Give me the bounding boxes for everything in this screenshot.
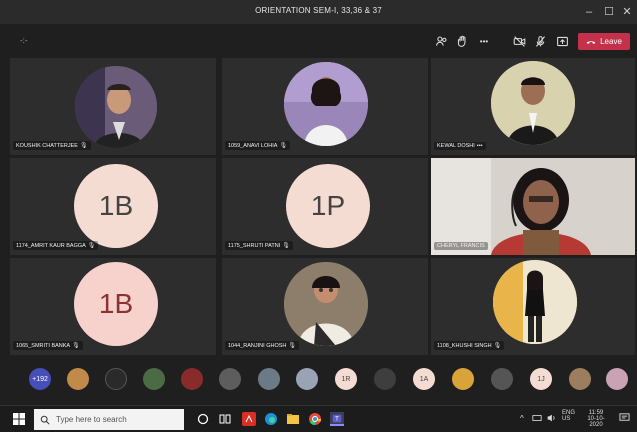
- raise-hand-icon[interactable]: [454, 33, 470, 49]
- participant-tile[interactable]: KOUSHIK CHATTERJEE 🎙: [10, 58, 216, 155]
- participant-video: [431, 158, 635, 255]
- participant-initials-thumbnail[interactable]: 1A: [413, 368, 435, 390]
- volume-icon[interactable]: [546, 413, 556, 425]
- participant-tile[interactable]: 1059_ANAVI LOHIA 🎙: [222, 58, 428, 155]
- participant-thumbnail[interactable]: [67, 368, 89, 390]
- window-title: ORIENTATION SEM-I, 33,36 & 37: [255, 6, 382, 15]
- participant-initials-thumbnail[interactable]: 1J: [530, 368, 552, 390]
- minimize-button[interactable]: –: [578, 3, 600, 21]
- participant-tile[interactable]: 1P 1175_SHRUTI PATNI 🎙: [222, 158, 428, 255]
- svg-text:T: T: [335, 417, 339, 423]
- file-explorer-icon[interactable]: [286, 412, 300, 426]
- participant-name: KEWAL DOSHI: [437, 143, 475, 149]
- chrome-icon[interactable]: [308, 412, 322, 426]
- participant-initials-avatar: 1P: [286, 164, 370, 248]
- participant-tile[interactable]: 1044_RANJINI GHOSH 🎙: [222, 258, 428, 355]
- participant-photo: [491, 61, 575, 145]
- notification-icon[interactable]: [619, 412, 630, 425]
- participant-thumbnail[interactable]: [374, 368, 396, 390]
- participant-thumbnail[interactable]: [491, 368, 513, 390]
- participant-name: 1174_AMRIT KAUR BAGGA: [16, 242, 86, 249]
- participant-photo: [284, 262, 368, 346]
- mic-muted-icon: 🎙: [493, 343, 502, 349]
- input-language[interactable]: ENG US: [562, 410, 575, 422]
- share-screen-icon[interactable]: [554, 33, 570, 49]
- participant-initials-avatar: 1B: [74, 164, 158, 248]
- participant-name: 1108_KHUSHI SINGH: [437, 342, 492, 349]
- windows-taskbar: Type here to search T ^ ENG US 11:59 10-…: [0, 405, 637, 432]
- task-view-icon[interactable]: [218, 412, 232, 426]
- participant-name-tag: 1059_ANAVI LOHIA 🎙: [225, 141, 291, 150]
- mic-muted-icon: 🎙: [72, 343, 80, 349]
- participant-name-tag: 1065_SMRITI BANKA 🎙: [13, 341, 83, 350]
- acrobat-icon[interactable]: [242, 412, 256, 426]
- participant-thumbnail[interactable]: [258, 368, 280, 390]
- camera-off-icon[interactable]: [511, 33, 527, 49]
- clock-date: 10-10-2020: [587, 416, 605, 428]
- participant-photo: [493, 260, 577, 344]
- participant-thumbnail[interactable]: [143, 368, 165, 390]
- participant-name-tag: 1108_KHUSHI SINGH 🎙: [434, 341, 505, 350]
- edge-icon[interactable]: [264, 412, 278, 426]
- participant-name-tag: KEWAL DOSHI •••: [434, 142, 486, 150]
- participant-strip: +192 1R 1A 1J: [0, 355, 637, 405]
- participant-thumbnail[interactable]: [105, 368, 127, 390]
- participant-name: CHERYL FRANCIS: [437, 243, 485, 249]
- participant-thumbnail[interactable]: [452, 368, 474, 390]
- mic-muted-icon: 🎙: [87, 243, 96, 249]
- teams-icon[interactable]: T: [330, 412, 344, 426]
- mic-muted-icon: 🎙: [288, 343, 297, 349]
- participant-tile[interactable]: 1B 1065_SMRITI BANKA 🎙: [10, 258, 216, 355]
- participant-photo: [284, 62, 368, 146]
- tray-chevron-icon[interactable]: ^: [520, 414, 524, 423]
- participant-name-tag: 1044_RANJINI GHOSH 🎙: [225, 341, 300, 350]
- participant-thumbnail[interactable]: [219, 368, 241, 390]
- meeting-toolbar: -:- ••• Leave: [0, 24, 637, 58]
- clock[interactable]: 11:59 10-10-2020: [582, 410, 610, 428]
- participant-name: 1175_SHRUTI PATNI: [228, 242, 281, 249]
- mic-muted-icon: 🎙: [79, 143, 88, 149]
- show-participants-icon[interactable]: [433, 33, 449, 49]
- participant-tile[interactable]: 1B 1174_AMRIT KAUR BAGGA 🎙: [10, 158, 216, 255]
- participant-thumbnail[interactable]: [296, 368, 318, 390]
- participant-more-icon[interactable]: •••: [477, 143, 483, 149]
- region-code: US: [562, 416, 571, 422]
- mic-off-icon[interactable]: [532, 33, 548, 49]
- participant-initials-thumbnail[interactable]: 1R: [335, 368, 357, 390]
- participant-name: KOUSHIK CHATTERJEE: [16, 142, 78, 149]
- cortana-icon[interactable]: [196, 412, 210, 426]
- participant-initials-avatar: 1B: [74, 262, 158, 346]
- participant-name-tag: 1175_SHRUTI PATNI 🎙: [225, 241, 293, 250]
- participant-tile-active-speaker[interactable]: CHERYL FRANCIS: [431, 158, 635, 255]
- more-participants-count[interactable]: +192: [29, 368, 51, 390]
- leave-label: Leave: [600, 37, 622, 46]
- participant-name: 1059_ANAVI LOHIA: [228, 142, 278, 149]
- search-icon: [40, 415, 50, 425]
- participant-thumbnail[interactable]: [606, 368, 628, 390]
- mic-muted-icon: 🎙: [282, 243, 290, 249]
- participant-name: 1065_SMRITI BANKA: [16, 342, 71, 349]
- participant-tile[interactable]: KEWAL DOSHI •••: [431, 58, 635, 155]
- network-icon[interactable]: [532, 413, 542, 425]
- participant-name-tag: CHERYL FRANCIS: [434, 242, 488, 250]
- mic-muted-icon: 🎙: [279, 143, 288, 149]
- video-grid: KOUSHIK CHATTERJEE 🎙 1059_ANAVI LOHIA 🎙 …: [10, 58, 635, 355]
- windows-start-icon[interactable]: [12, 412, 26, 426]
- participant-thumbnail[interactable]: [181, 368, 203, 390]
- more-actions-button[interactable]: •••: [476, 33, 492, 49]
- call-timer: -:-: [20, 36, 28, 45]
- participant-photo: [75, 66, 157, 148]
- participant-name: 1044_RANJINI GHOSH: [228, 342, 287, 349]
- close-button[interactable]: ✕: [616, 3, 637, 21]
- participant-tile[interactable]: 1108_KHUSHI SINGH 🎙: [431, 258, 635, 355]
- window-title-bar: ORIENTATION SEM-I, 33,36 & 37 – ☐ ✕: [0, 0, 637, 24]
- participant-thumbnail[interactable]: [569, 368, 591, 390]
- participant-name-tag: KOUSHIK CHATTERJEE 🎙: [13, 141, 91, 150]
- taskbar-search-box[interactable]: Type here to search: [34, 409, 184, 430]
- phone-hangup-icon: [586, 40, 596, 44]
- leave-button[interactable]: Leave: [578, 33, 630, 50]
- participant-name-tag: 1174_AMRIT KAUR BAGGA 🎙: [13, 241, 99, 250]
- search-placeholder: Type here to search: [56, 415, 127, 424]
